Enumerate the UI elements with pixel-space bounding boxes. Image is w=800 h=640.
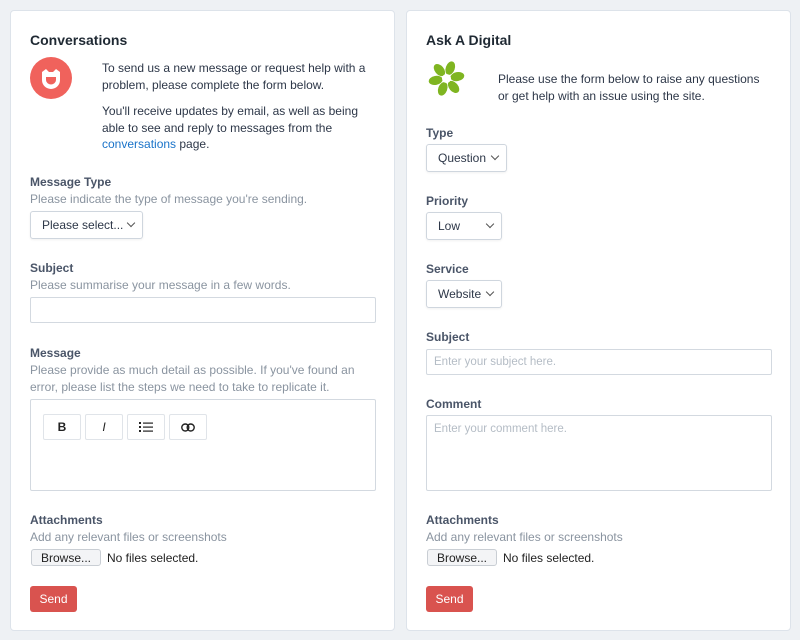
conversations-intro-text-1: To send us a new message or request help… <box>102 61 366 92</box>
italic-button[interactable]: I <box>85 414 123 440</box>
conversations-intro-text-2: You'll receive updates by email, as well… <box>102 103 377 153</box>
subject-input[interactable] <box>30 297 376 323</box>
ask-attachments-label: Attachments <box>426 513 499 527</box>
comment-label: Comment <box>426 397 482 411</box>
message-help: Please provide as much detail as possibl… <box>30 363 355 394</box>
priority-select[interactable]: Low <box>426 212 502 240</box>
subject-help: Please summarise your message in a few w… <box>30 278 291 292</box>
chevron-down-icon <box>126 218 136 228</box>
ask-attachments-help: Add any relevant files or screenshots <box>426 530 623 544</box>
attachments-help: Add any relevant files or screenshots <box>30 530 227 544</box>
conversations-intro-text-2b: page. <box>176 137 210 151</box>
conversations-intro-text-2a: You'll receive updates by email, as well… <box>102 104 358 135</box>
comment-textarea[interactable]: Enter your comment here. <box>426 415 772 491</box>
message-label: Message <box>30 346 81 360</box>
service-label: Service <box>426 262 469 276</box>
file-status: No files selected. <box>107 551 199 565</box>
ask-send-button[interactable]: Send <box>426 586 473 612</box>
browse-button[interactable]: Browse... <box>31 549 101 566</box>
link-icon <box>181 422 195 432</box>
service-select[interactable]: Website <box>426 280 502 308</box>
link-button[interactable] <box>169 414 207 440</box>
conversations-intro: To send us a new message or request help… <box>102 60 377 163</box>
ask-file-status: No files selected. <box>503 551 595 565</box>
ask-browse-button[interactable]: Browse... <box>427 549 497 566</box>
message-type-label: Message Type <box>30 175 112 189</box>
message-type-selected: Please select... <box>42 218 124 232</box>
bold-button[interactable]: B <box>43 414 81 440</box>
priority-selected: Low <box>438 219 461 233</box>
ask-subject-input[interactable]: Enter your subject here. <box>426 349 772 375</box>
service-selected: Website <box>438 287 482 301</box>
message-type-help: Please indicate the type of message you'… <box>30 192 308 206</box>
send-button[interactable]: Send <box>30 586 77 612</box>
priority-label: Priority <box>426 194 469 208</box>
message-type-select[interactable]: Please select... <box>30 211 143 239</box>
type-selected: Question <box>438 151 487 165</box>
conversations-link[interactable]: conversations <box>102 137 176 151</box>
conversations-logo-icon <box>30 57 72 99</box>
ask-digital-panel: Ask A Digital Please use the form below … <box>406 10 791 631</box>
editor-toolbar: B I <box>43 414 368 440</box>
ask-digital-logo-icon <box>428 60 465 97</box>
chevron-down-icon <box>485 219 495 229</box>
ask-subject-label: Subject <box>426 330 470 344</box>
bullet-list-button[interactable] <box>127 414 165 440</box>
chevron-down-icon <box>490 151 500 161</box>
conversations-panel: Conversations To send us a new message o… <box>10 10 395 631</box>
list-icon <box>139 422 153 432</box>
conversations-title: Conversations <box>30 32 128 48</box>
attachments-label: Attachments <box>30 513 103 527</box>
ask-digital-title: Ask A Digital <box>426 32 512 48</box>
type-label: Type <box>426 126 454 140</box>
subject-label: Subject <box>30 261 74 275</box>
chevron-down-icon <box>485 287 495 297</box>
ask-digital-intro: Please use the form below to raise any q… <box>498 72 760 103</box>
type-select[interactable]: Question <box>426 144 507 172</box>
message-editor[interactable]: B I <box>30 399 376 491</box>
